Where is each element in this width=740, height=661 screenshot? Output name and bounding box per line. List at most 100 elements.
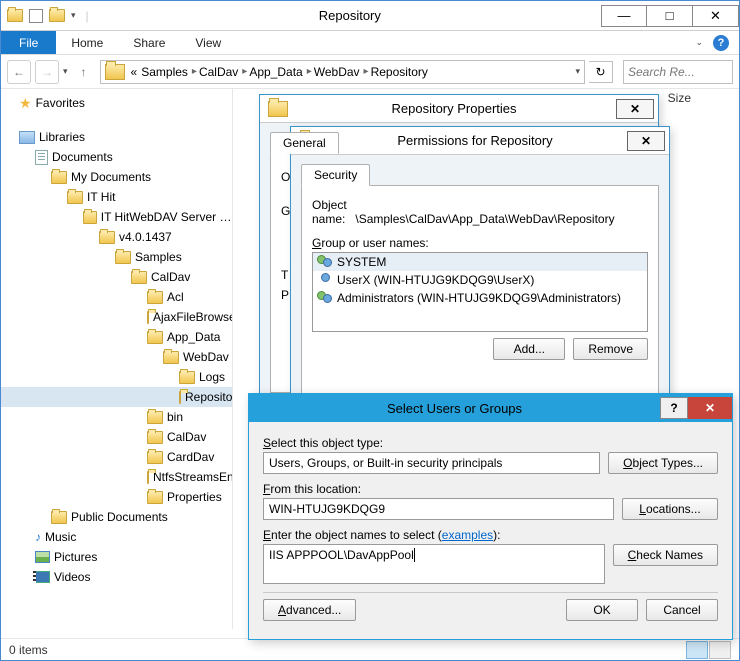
view-icons-button[interactable] bbox=[709, 641, 731, 659]
user-list-item[interactable]: Administrators (WIN-HTUJG9KDQG9\Administ… bbox=[337, 291, 621, 305]
tree-item[interactable]: App_Data bbox=[167, 330, 220, 344]
advanced-button[interactable]: Advanced... bbox=[263, 599, 356, 621]
help-icon[interactable]: ? bbox=[713, 35, 729, 51]
user-list-item[interactable]: SYSTEM bbox=[337, 255, 386, 269]
minimize-button[interactable]: — bbox=[601, 5, 647, 27]
qat-dropdown-icon[interactable]: ▾ bbox=[71, 10, 76, 21]
crumb[interactable]: App_Data bbox=[249, 65, 302, 79]
tree-item[interactable]: CalDav bbox=[151, 270, 190, 284]
permissions-tab-security[interactable]: Security bbox=[301, 164, 370, 186]
object-names-input[interactable]: IIS APPPOOL\DavAppPool bbox=[263, 544, 605, 584]
folder-icon bbox=[51, 511, 67, 524]
user-list-item[interactable]: UserX (WIN-HTUJG9KDQG9\UserX) bbox=[337, 273, 534, 287]
locations-button[interactable]: Locations... bbox=[622, 498, 718, 520]
tree-item[interactable]: CardDav bbox=[167, 450, 214, 464]
tree-item-selected[interactable]: Repository bbox=[185, 390, 233, 404]
close-button[interactable]: ✕ bbox=[693, 5, 739, 27]
pictures-icon bbox=[35, 551, 50, 563]
tree-item[interactable]: Logs bbox=[199, 370, 225, 384]
folder-icon bbox=[163, 351, 179, 364]
tree-item[interactable]: Properties bbox=[167, 490, 222, 504]
column-header-size[interactable]: Size bbox=[668, 91, 691, 105]
object-type-field: Users, Groups, or Built-in security prin… bbox=[263, 452, 600, 474]
quick-access-toolbar: ▾ | bbox=[1, 9, 99, 23]
tree-item[interactable]: bin bbox=[167, 410, 183, 424]
ribbon-expand-icon[interactable]: ⌄ bbox=[695, 37, 703, 48]
tree-item[interactable]: My Documents bbox=[71, 170, 151, 184]
tab-share[interactable]: Share bbox=[118, 31, 180, 54]
tree-public-docs[interactable]: Public Documents bbox=[71, 510, 168, 524]
cancel-button[interactable]: Cancel bbox=[646, 599, 718, 621]
remove-button[interactable]: Remove bbox=[573, 338, 648, 360]
tree-item[interactable]: IT Hit bbox=[87, 190, 115, 204]
app-icon bbox=[7, 9, 23, 22]
tab-view[interactable]: View bbox=[180, 31, 236, 54]
tree-pictures[interactable]: Pictures bbox=[54, 550, 97, 564]
folder-icon bbox=[115, 251, 131, 264]
tree-item[interactable]: Samples bbox=[135, 250, 182, 264]
videos-icon bbox=[35, 571, 50, 583]
dialog-folder-icon bbox=[268, 101, 288, 117]
file-tab[interactable]: File bbox=[1, 31, 56, 54]
select-users-dialog: Select Users or Groups ? ✕ Select this o… bbox=[248, 393, 733, 640]
examples-link[interactable]: examples bbox=[442, 528, 493, 542]
crumb[interactable]: WebDav bbox=[314, 65, 360, 79]
up-button[interactable]: ↑ bbox=[72, 60, 96, 84]
navigation-tree[interactable]: ★Favorites Libraries Documents My Docume… bbox=[1, 89, 233, 629]
tree-favorites[interactable]: Favorites bbox=[36, 96, 85, 110]
group-icon bbox=[317, 255, 333, 269]
tree-item[interactable]: WebDav bbox=[183, 350, 229, 364]
tree-item[interactable]: Acl bbox=[167, 290, 184, 304]
folder-icon bbox=[147, 291, 163, 304]
search-input[interactable]: Search Re... bbox=[623, 60, 733, 84]
folder-icon bbox=[179, 391, 181, 404]
tree-item[interactable]: v4.0.1437 bbox=[119, 230, 172, 244]
folder-icon bbox=[147, 471, 149, 484]
add-button[interactable]: Add... bbox=[493, 338, 565, 360]
view-details-button[interactable] bbox=[686, 641, 708, 659]
select-users-help-button[interactable]: ? bbox=[660, 397, 688, 419]
crumb[interactable]: Repository bbox=[371, 65, 428, 79]
history-dropdown-icon[interactable]: ▾ bbox=[63, 66, 68, 77]
properties-close-button[interactable]: ✕ bbox=[616, 99, 654, 119]
ok-button[interactable]: OK bbox=[566, 599, 638, 621]
status-bar: 0 items bbox=[1, 638, 739, 660]
permissions-close-button[interactable]: ✕ bbox=[627, 131, 665, 151]
location-label: rom this location: bbox=[270, 482, 361, 496]
tree-item[interactable]: IT HitWebDAV Server Engine bbox=[101, 210, 232, 224]
location-folder-icon bbox=[105, 64, 125, 80]
refresh-button[interactable]: ↻ bbox=[589, 61, 613, 83]
folder-icon bbox=[67, 191, 83, 204]
properties-tab-general[interactable]: General bbox=[270, 132, 339, 154]
address-bar[interactable]: « Samples ▸ CalDav ▸ App_Data ▸ WebDav ▸… bbox=[100, 60, 585, 84]
user-icon bbox=[317, 273, 333, 287]
folder-icon bbox=[147, 451, 163, 464]
ribbon: File Home Share View ⌄ ? bbox=[1, 31, 739, 55]
tree-item[interactable]: CalDav bbox=[167, 430, 206, 444]
forward-button[interactable]: → bbox=[35, 60, 59, 84]
select-users-title: Select Users or Groups bbox=[249, 401, 660, 416]
maximize-button[interactable]: □ bbox=[647, 5, 693, 27]
object-types-button[interactable]: Object Types... bbox=[608, 452, 718, 474]
music-icon: ♪ bbox=[35, 530, 41, 544]
back-button[interactable]: ← bbox=[7, 60, 31, 84]
folder-icon bbox=[179, 371, 195, 384]
user-list[interactable]: SYSTEM UserX (WIN-HTUJG9KDQG9\UserX) Adm… bbox=[312, 252, 648, 332]
qat-open-icon[interactable] bbox=[49, 9, 65, 22]
tab-home[interactable]: Home bbox=[56, 31, 118, 54]
crumb[interactable]: Samples bbox=[141, 65, 188, 79]
tree-item[interactable]: Documents bbox=[52, 150, 113, 164]
object-name-label: Object name: bbox=[312, 198, 347, 226]
qat-properties-icon[interactable] bbox=[29, 9, 43, 23]
check-names-button[interactable]: Check Names bbox=[613, 544, 718, 566]
documents-icon bbox=[35, 150, 48, 165]
select-users-close-button[interactable]: ✕ bbox=[688, 397, 732, 419]
tree-music[interactable]: Music bbox=[45, 530, 76, 544]
address-dropdown-icon[interactable]: ▾ bbox=[575, 66, 580, 77]
tree-videos[interactable]: Videos bbox=[54, 570, 90, 584]
permissions-dialog: Permissions for Repository ✕ Security Ob… bbox=[290, 126, 670, 396]
tree-item[interactable]: NtfsStreamsEngine bbox=[153, 470, 232, 484]
crumb[interactable]: CalDav bbox=[199, 65, 238, 79]
tree-item[interactable]: AjaxFileBrowser bbox=[153, 310, 232, 324]
tree-libraries[interactable]: Libraries bbox=[39, 130, 85, 144]
